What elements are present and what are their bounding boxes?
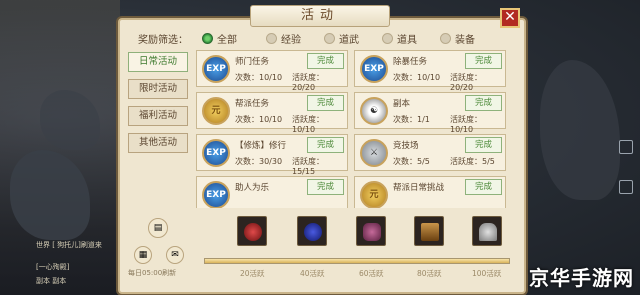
red-gem-icon: [244, 223, 262, 241]
daily-reset-label: 每日05:00刷新: [128, 269, 177, 277]
close-button[interactable]: ✕: [500, 8, 520, 28]
system-icon[interactable]: [619, 140, 633, 154]
category-tabs: 日常活动 限时活动 福利活动 其他活动: [128, 52, 188, 160]
activity-card[interactable]: EXP 助人为乐 完成: [196, 176, 348, 208]
radio-icon: [440, 33, 451, 44]
complete-button[interactable]: 完成: [465, 179, 502, 195]
coin-icon: 元: [202, 97, 230, 125]
filter-option-exp[interactable]: 经验: [266, 31, 301, 46]
mail-icon[interactable]: ✉: [166, 246, 184, 264]
tab-welfare[interactable]: 福利活动: [128, 106, 188, 126]
activity-points: 活跃度：20/20: [292, 73, 324, 92]
milestone-label: 20活跃: [240, 269, 265, 278]
radio-icon: [202, 33, 213, 44]
activity-card[interactable]: EXP 【修炼】修行 次数：30/30 活跃度：15/15 完成: [196, 134, 348, 176]
exp-icon: EXP: [202, 139, 230, 167]
activity-card[interactable]: 元 帮派日常挑战 完成: [354, 176, 506, 208]
milestone-label: 60活跃: [359, 269, 384, 278]
activity-count: 次数：5/5: [393, 157, 430, 166]
filter-option-all[interactable]: 全部: [202, 31, 237, 46]
activity-card[interactable]: ☯ 副本 次数：1/1 活跃度：10/10 完成: [354, 92, 506, 134]
tab-limited[interactable]: 限时活动: [128, 79, 188, 99]
reward-chest[interactable]: [414, 216, 444, 246]
milestone-label: 40活跃: [300, 269, 325, 278]
chat-line: 副本 副本: [36, 277, 67, 285]
activity-card[interactable]: 元 帮派任务 次数：10/10 活跃度：10/10 完成: [196, 92, 348, 134]
progress-fill: [205, 259, 509, 263]
filter-option-items[interactable]: 道具: [382, 31, 417, 46]
activity-points-icon: ▤: [148, 218, 168, 238]
window-title: 活动: [250, 5, 390, 27]
activity-name: 【修炼】修行: [235, 141, 287, 151]
complete-button[interactable]: 完成: [465, 95, 502, 111]
filter-label: 奖励筛选：: [138, 35, 188, 46]
crossed-swords-icon: ⚔: [360, 139, 388, 167]
complete-button[interactable]: 完成: [307, 95, 344, 111]
complete-button[interactable]: 完成: [465, 137, 502, 153]
activity-points: 活跃度：20/20: [450, 73, 482, 92]
activity-name: 竞技场: [393, 141, 419, 151]
activity-card[interactable]: EXP 师门任务 次数：10/10 活跃度：20/20 完成: [196, 50, 348, 92]
yinyang-exp-icon: ☯: [360, 97, 388, 125]
silver-ingot-icon: [479, 223, 497, 241]
activity-name: 除暴任务: [393, 57, 428, 67]
complete-button[interactable]: 完成: [307, 53, 344, 69]
activity-count: 次数：10/10: [235, 115, 283, 124]
activity-count: 次数：30/30: [235, 157, 283, 166]
chat-line: 世界 [ 狗托儿]刷道来: [36, 241, 102, 249]
reward-chest[interactable]: [472, 216, 502, 246]
complete-button[interactable]: 完成: [465, 53, 502, 69]
watermark: 京华手游网: [529, 266, 634, 290]
activity-list[interactable]: EXP 师门任务 次数：10/10 活跃度：20/20 完成 EXP 除暴任务 …: [196, 50, 516, 208]
activity-name: 助人为乐: [235, 183, 270, 193]
exp-icon: EXP: [202, 181, 230, 208]
milestone-label: 100活跃: [472, 269, 502, 278]
reward-chest[interactable]: [237, 216, 267, 246]
coin-icon: 元: [360, 181, 388, 208]
activity-points: 活跃度：10/10: [292, 115, 324, 134]
activity-count: 次数：10/10: [393, 73, 441, 82]
activity-count: 次数：1/1: [393, 115, 430, 124]
exp-icon: EXP: [202, 55, 230, 83]
blue-gem-icon: [304, 223, 322, 241]
tab-daily[interactable]: 日常活动: [128, 52, 188, 72]
filter-option-daowu[interactable]: 道武: [324, 31, 359, 46]
activity-card[interactable]: ⚔ 竞技场 次数：5/5 活跃度：5/5 完成: [354, 134, 506, 171]
activity-name: 副本: [393, 99, 411, 109]
reward-chest[interactable]: [356, 216, 386, 246]
exp-icon: EXP: [360, 55, 388, 83]
activity-progress-bar: [204, 258, 510, 264]
tab-other[interactable]: 其他活动: [128, 133, 188, 153]
activity-rewards: ▤ ▦ ✉ 每日05:00刷新 20活跃 40活跃 60活跃 80活跃 100活…: [120, 212, 524, 292]
flower-icon: [363, 223, 381, 241]
activity-count: 次数：10/10: [235, 73, 283, 82]
filter-option-equipment[interactable]: 装备: [440, 31, 475, 46]
milestone-label: 80活跃: [417, 269, 442, 278]
activity-points: 活跃度：15/15: [292, 157, 324, 176]
radio-icon: [266, 33, 277, 44]
activity-points: 活跃度：10/10: [450, 115, 482, 134]
treasure-chest-icon: [421, 223, 439, 241]
activity-points: 活跃度：5/5: [450, 157, 495, 166]
activity-name: 帮派日常挑战: [393, 183, 445, 193]
calendar-icon[interactable]: ▦: [134, 246, 152, 264]
radio-icon: [382, 33, 393, 44]
complete-button[interactable]: 完成: [307, 137, 344, 153]
activity-name: 帮派任务: [235, 99, 270, 109]
activity-name: 师门任务: [235, 57, 270, 67]
chat-line: [一心殉殿]: [36, 263, 70, 271]
radio-icon: [324, 33, 335, 44]
activity-card[interactable]: EXP 除暴任务 次数：10/10 活跃度：20/20 完成: [354, 50, 506, 92]
reward-chest[interactable]: [297, 216, 327, 246]
complete-button[interactable]: 完成: [307, 179, 344, 195]
system-icon[interactable]: [619, 180, 633, 194]
